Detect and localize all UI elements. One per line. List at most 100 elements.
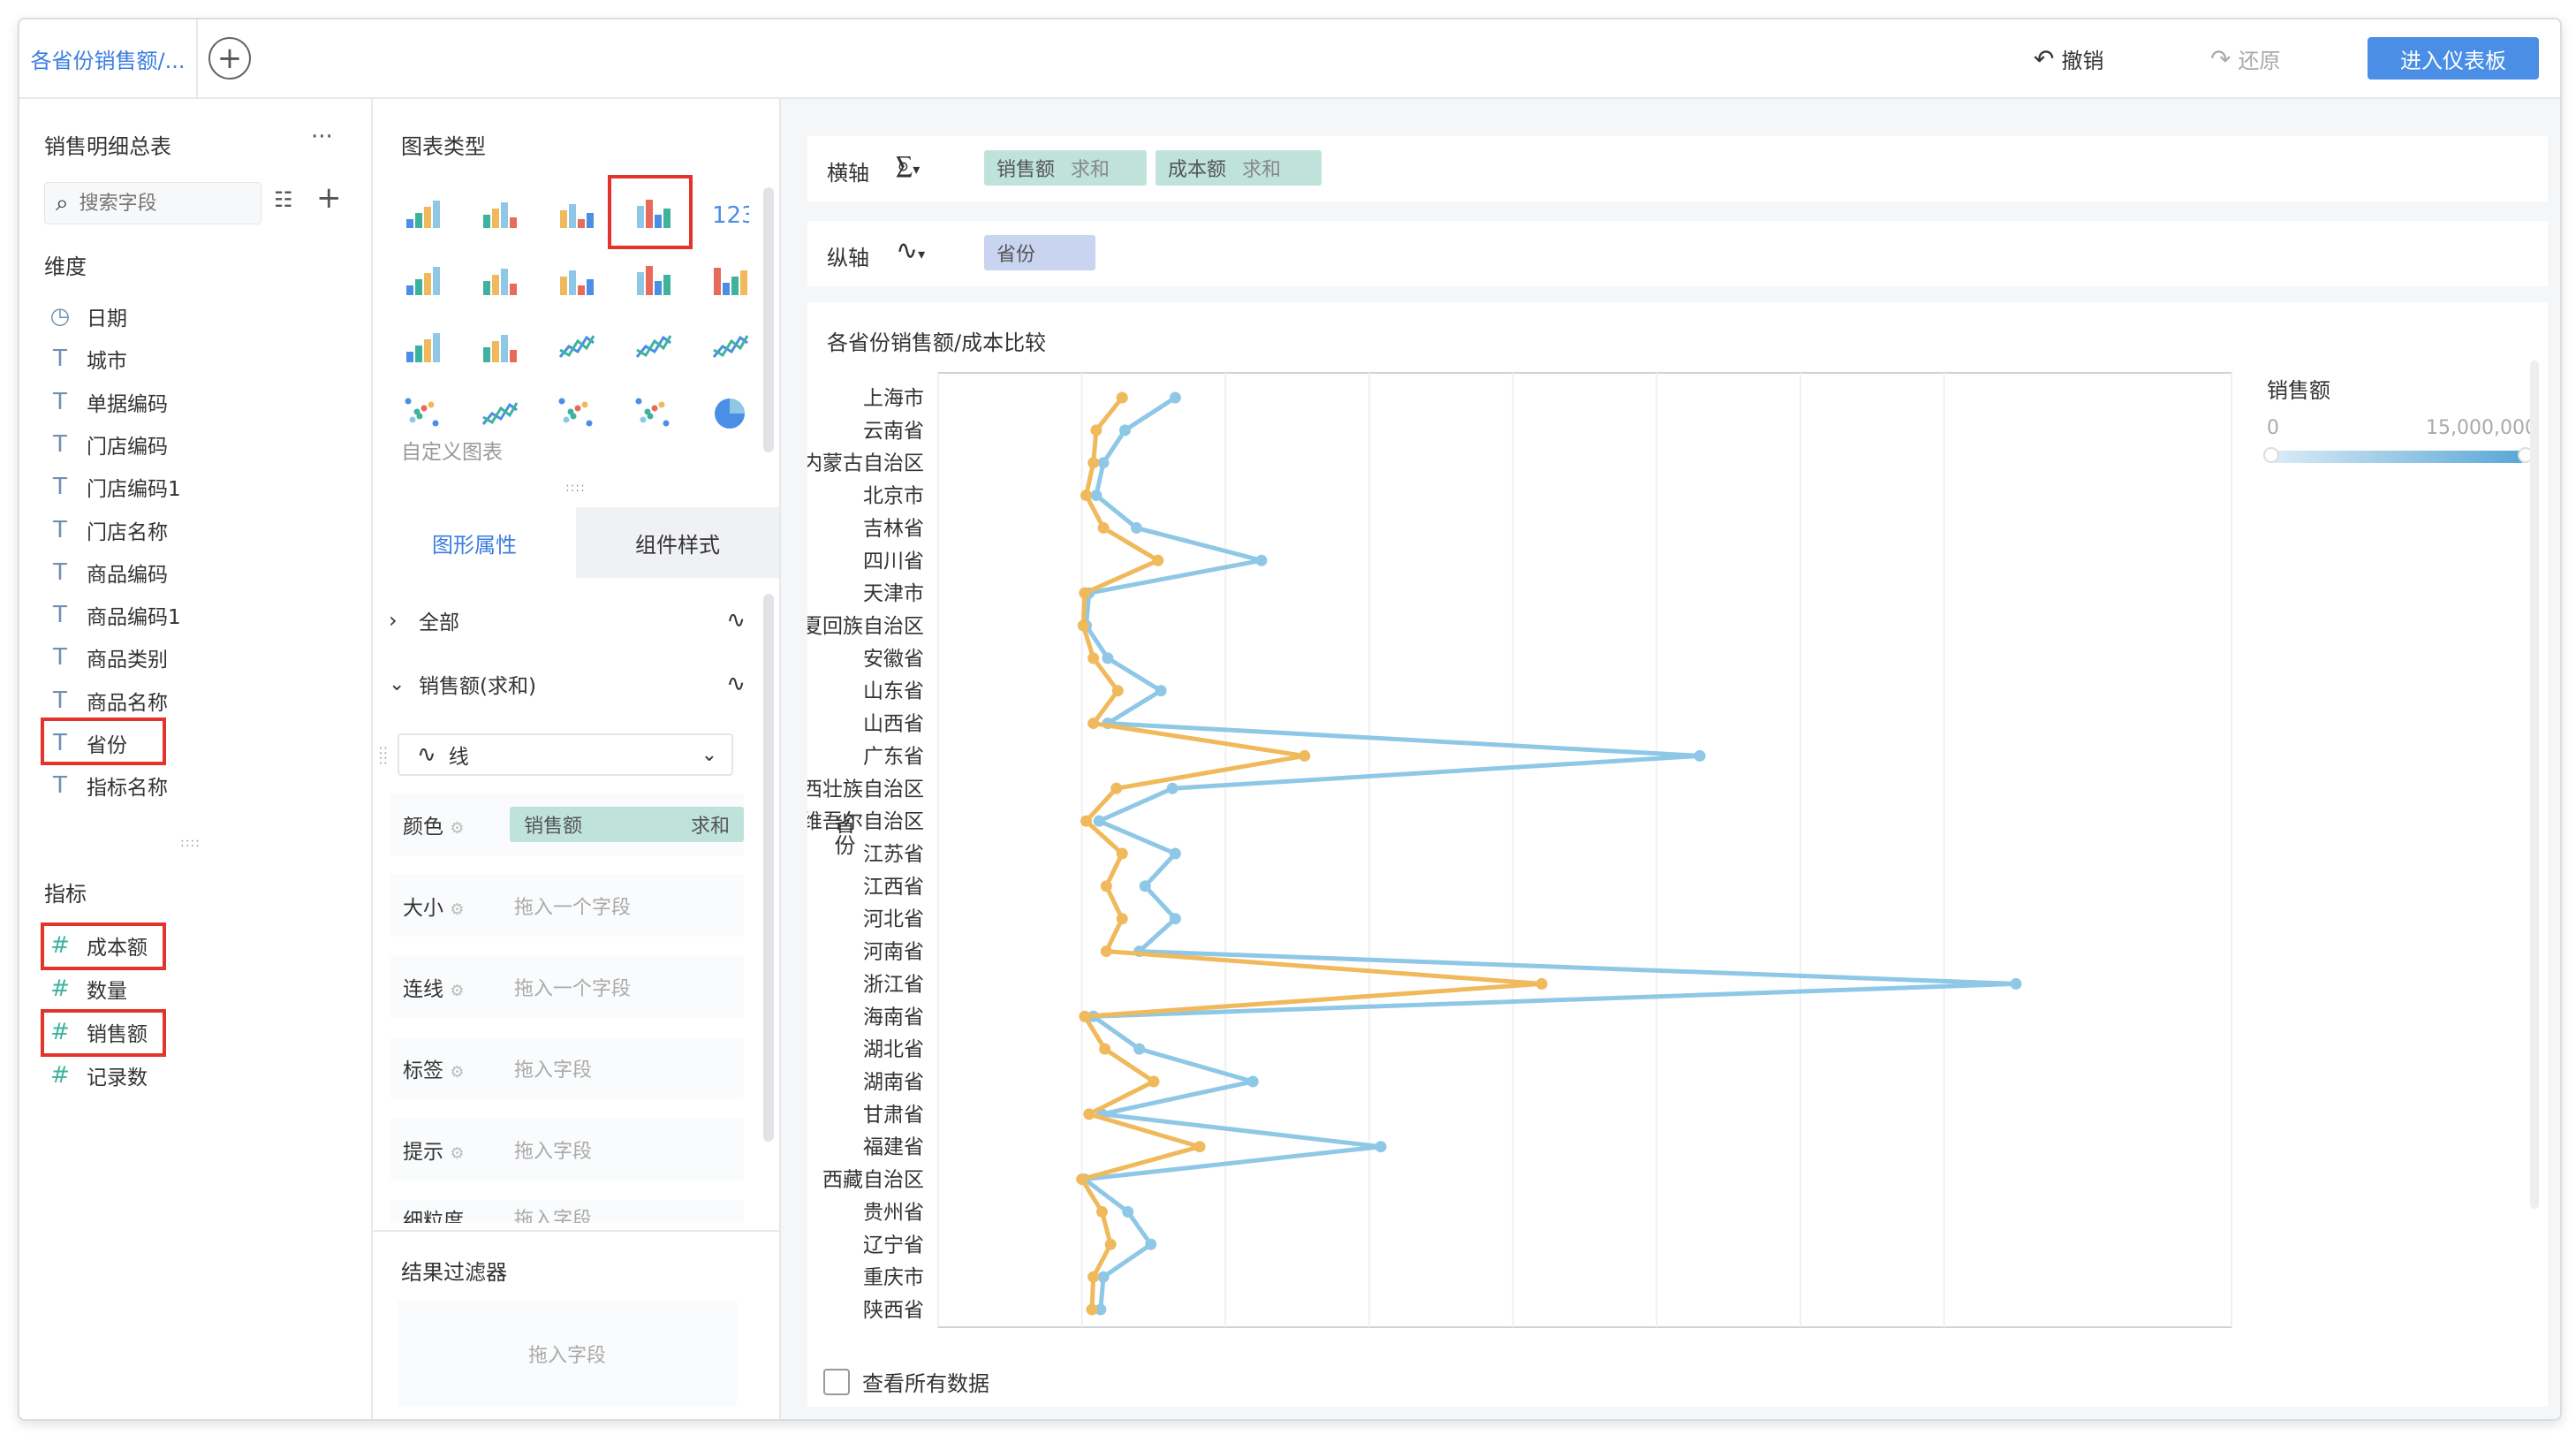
- filter-sort-icon[interactable]: ☷: [274, 187, 293, 212]
- heat-table-icon[interactable]: [398, 254, 447, 304]
- tab-component-style[interactable]: 组件样式: [576, 507, 779, 578]
- axis-sort-icon[interactable]: ⨊▾: [896, 150, 920, 181]
- dimension-field[interactable]: ◷ 日期: [44, 299, 127, 334]
- chart-scrollbar[interactable]: [2530, 361, 2539, 1209]
- size-property[interactable]: 大小 ⚙ 拖入一个字段: [390, 875, 744, 937]
- cost-point: [1090, 424, 1102, 437]
- search-input[interactable]: [77, 191, 231, 216]
- mid-collapse-handle[interactable]: ::::: [376, 746, 390, 766]
- tag-property[interactable]: 标签 ⚙ 拖入字段: [390, 1037, 744, 1099]
- granularity-drop[interactable]: 拖入字段: [514, 1200, 592, 1223]
- tab-graph-properties[interactable]: 图形属性: [373, 507, 576, 578]
- dimension-field[interactable]: T 指标名称: [44, 768, 168, 803]
- y-tick-label: 辽宁省: [863, 1234, 924, 1257]
- dimension-field-label: 单据编码: [87, 392, 168, 416]
- chevron-right-icon: ›: [389, 608, 398, 633]
- cost-point: [1152, 554, 1164, 566]
- column-chart-icon[interactable]: [705, 254, 754, 304]
- y-tick-label: 福建省: [863, 1136, 924, 1159]
- mid-resize-handle[interactable]: ::::: [565, 481, 586, 495]
- legend-color-range: [2270, 451, 2527, 463]
- h-field-sales[interactable]: 销售额 求和: [984, 150, 1147, 186]
- wave-line-icon[interactable]: [628, 322, 678, 371]
- measure-field[interactable]: # 记录数: [44, 1058, 148, 1093]
- tooltip-property[interactable]: 提示 ⚙ 拖入字段: [390, 1119, 744, 1181]
- dimension-field[interactable]: T 城市: [44, 341, 127, 376]
- dimension-field[interactable]: T 商品类别: [44, 640, 168, 675]
- sales-point: [1102, 652, 1114, 664]
- series-row[interactable]: ⌄ 销售额(求和) ∿: [389, 666, 746, 702]
- custom-chart-label[interactable]: 自定义图表: [401, 435, 503, 465]
- sales-point: [1693, 749, 1706, 762]
- undo-button[interactable]: ↶ 撤销: [2034, 41, 2103, 76]
- dimension-field[interactable]: T 门店名称: [44, 512, 168, 548]
- legend-min-handle[interactable]: [2263, 447, 2279, 463]
- table-icon[interactable]: [398, 187, 447, 237]
- pie-chart-icon[interactable]: [705, 389, 754, 438]
- checkbox[interactable]: [823, 1368, 850, 1395]
- tag-drop[interactable]: 拖入字段: [514, 1054, 592, 1082]
- clock-icon: ◷: [49, 303, 71, 330]
- area-chart-icon[interactable]: [474, 389, 524, 438]
- cost-point: [1080, 490, 1093, 502]
- scatter-icon[interactable]: [551, 389, 601, 438]
- dimension-field[interactable]: T 商品编码: [44, 555, 168, 590]
- cost-point: [1104, 1238, 1117, 1250]
- v-field-province[interactable]: 省份: [984, 235, 1095, 270]
- view-all-data-toggle[interactable]: 查看所有数据: [823, 1366, 989, 1397]
- cost-point: [1110, 782, 1123, 794]
- cost-point: [1100, 880, 1112, 892]
- color-field-pill[interactable]: 销售额 求和: [510, 807, 744, 842]
- cost-point: [1079, 587, 1091, 599]
- plot-frame: [937, 372, 2232, 1328]
- dot-cluster-icon[interactable]: [628, 389, 678, 438]
- v-field-province-name: 省份: [996, 244, 1036, 266]
- h-axis-label: 横轴: [827, 161, 869, 186]
- plus-icon: +: [216, 41, 243, 76]
- add-field-icon[interactable]: +: [316, 180, 342, 216]
- cost-point: [1087, 718, 1100, 730]
- dimension-field[interactable]: T 商品编码1: [44, 597, 181, 633]
- heatmap-icon[interactable]: [551, 254, 601, 304]
- tooltip-drop[interactable]: 拖入字段: [514, 1135, 592, 1164]
- granularity-property[interactable]: 细粒度 拖入字段: [390, 1200, 744, 1223]
- mark-type-select[interactable]: ∿ 线 ⌄: [398, 733, 733, 776]
- bubble-table-icon[interactable]: [474, 254, 524, 304]
- panel-resize-handle[interactable]: ::::: [180, 836, 201, 850]
- dimension-field[interactable]: T 门店编码1: [44, 469, 181, 505]
- step-chart-icon[interactable]: [551, 322, 601, 371]
- cross-table-icon[interactable]: [551, 187, 601, 237]
- kpi-number-icon[interactable]: 123: [705, 187, 754, 237]
- property-scrollbar[interactable]: [763, 594, 774, 1142]
- all-series-row[interactable]: › 全部 ∿: [389, 603, 746, 638]
- more-icon[interactable]: ···: [311, 124, 333, 150]
- horizontal-bar-icon[interactable]: [474, 322, 524, 371]
- connect-property[interactable]: 连线 ⚙ 拖入一个字段: [390, 956, 744, 1018]
- detail-table-icon[interactable]: [474, 187, 524, 237]
- field-panel: 销售明细总表 ··· ⌕ ☷ + 维度 ◷ 日期 T 城市 T 单据编码 T 门店编码 T 门店编…: [19, 99, 373, 1419]
- measure-field[interactable]: # 数量: [44, 971, 127, 1006]
- result-filter-drop[interactable]: 拖入字段: [398, 1301, 737, 1407]
- h-field-cost[interactable]: 成本额 求和: [1155, 150, 1322, 186]
- tab-chart[interactable]: 各省份销售额/...: [19, 19, 198, 97]
- y-tick-label: 北京市: [863, 485, 924, 508]
- axis-line-icon[interactable]: ∿▾: [896, 235, 925, 266]
- cost-point: [1148, 1075, 1160, 1088]
- chart-types-scrollbar[interactable]: [763, 187, 774, 452]
- cost-point: [1076, 1173, 1088, 1186]
- connect-drop[interactable]: 拖入一个字段: [514, 973, 631, 1001]
- dimension-field[interactable]: T 门店编码: [44, 427, 168, 462]
- color-label: 颜色 ⚙: [403, 816, 465, 839]
- line-chart-icon[interactable]: [705, 322, 754, 371]
- stacked-bar-icon[interactable]: [628, 254, 678, 304]
- add-tab-button[interactable]: +: [208, 37, 251, 80]
- sales-point: [1169, 391, 1181, 404]
- enter-dashboard-button[interactable]: 进入仪表板: [2368, 37, 2539, 80]
- bar-chart-icon[interactable]: [398, 322, 447, 371]
- dimension-field[interactable]: T 商品名称: [44, 683, 168, 718]
- redo-button[interactable]: ↷ 还原: [2210, 41, 2280, 76]
- cost-point: [1116, 847, 1128, 860]
- radar-icon[interactable]: [398, 389, 447, 438]
- dimension-field[interactable]: T 单据编码: [44, 384, 168, 420]
- size-drop[interactable]: 拖入一个字段: [514, 892, 631, 920]
